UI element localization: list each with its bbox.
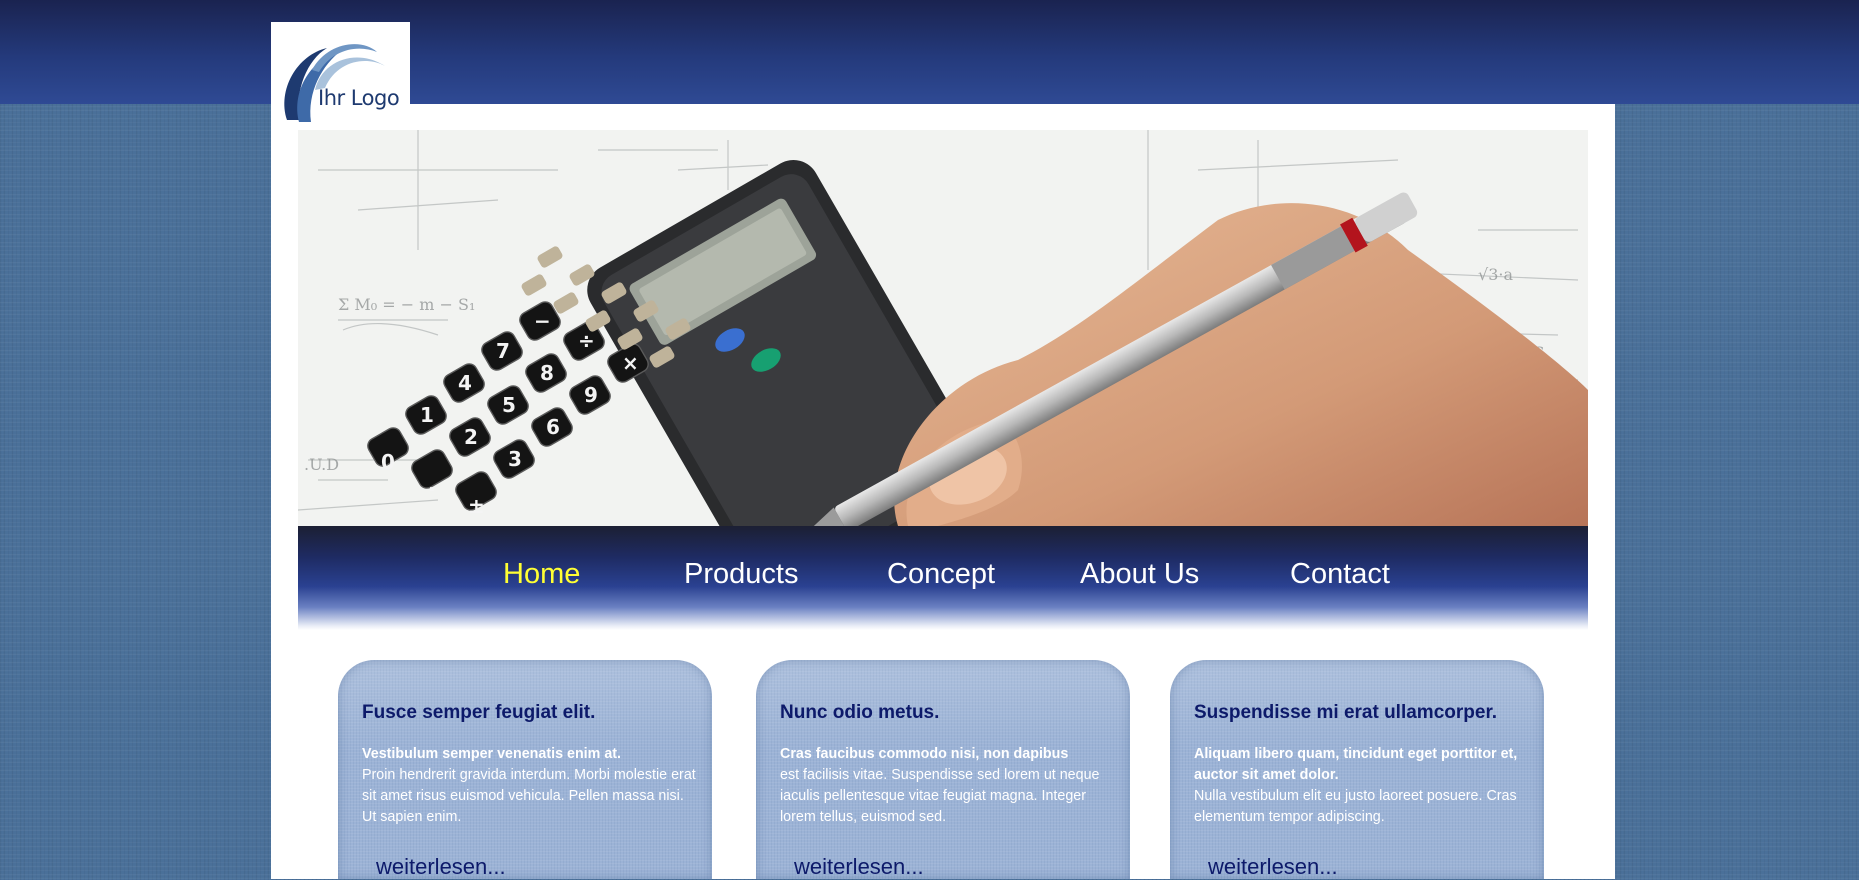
key-0: 0 [381, 450, 395, 474]
logo-swoosh-icon [284, 44, 385, 122]
hero-image: Σ M₀ = − m − S₁ .U.D √3·a N 60° a + S [3… [298, 130, 1588, 526]
nav-item-home[interactable]: Home [503, 558, 580, 591]
logo-text: Ihr Logo [318, 86, 400, 110]
card-lead: Aliquam libero quam, tincidunt eget port… [1194, 746, 1518, 783]
card-lead: Vestibulum semper venenatis enim at. [362, 746, 622, 762]
svg-text:Σ M₀ = − m − S₁: Σ M₀ = − m − S₁ [338, 295, 475, 314]
key-dot: . [428, 472, 436, 496]
card-lead: Cras faucibus commodo nisi, non dapibus [780, 746, 1069, 762]
content-card: Nunc odio metus. Cras faucibus commodo n… [756, 660, 1130, 879]
calculator-pen-illustration: Σ M₀ = − m − S₁ .U.D √3·a N 60° a + S [3… [298, 130, 1588, 526]
card-body: est facilisis vitae. Suspendisse sed lor… [780, 767, 1100, 825]
content-card: Suspendisse mi erat ullamcorper. Aliquam… [1170, 660, 1544, 879]
key-6: 6 [546, 415, 560, 439]
key-1: 1 [420, 403, 434, 427]
read-more-link[interactable]: weiterlesen... [1208, 854, 1338, 880]
nav-item-about-us[interactable]: About Us [1080, 558, 1199, 591]
svg-text:√3·a: √3·a [1478, 265, 1513, 284]
card-title: Fusce semper feugiat elit. [362, 702, 596, 723]
key-multiply: × [622, 351, 639, 375]
key-9: 9 [584, 383, 598, 407]
card-text: Cras faucibus commodo nisi, non dapibus … [780, 744, 1116, 828]
nav-item-concept[interactable]: Concept [887, 558, 995, 591]
key-5: 5 [502, 393, 516, 417]
logo[interactable]: Ihr Logo [271, 22, 410, 132]
main-navigation: Home Products Concept About Us Contact [298, 526, 1588, 630]
key-7: 7 [496, 339, 510, 363]
card-text: Vestibulum semper venenatis enim at. Pro… [362, 744, 698, 828]
key-3: 3 [508, 447, 522, 471]
card-body: Nulla vestibulum elit eu justo laoreet p… [1194, 788, 1517, 825]
key-divide: ÷ [578, 329, 595, 353]
card-body: Proin hendrerit gravida interdum. Morbi … [362, 767, 696, 825]
read-more-link[interactable]: weiterlesen... [794, 854, 924, 880]
read-more-link[interactable]: weiterlesen... [376, 854, 506, 880]
card-text: Aliquam libero quam, tincidunt eget port… [1194, 744, 1530, 828]
nav-item-contact[interactable]: Contact [1290, 558, 1390, 591]
nav-item-products[interactable]: Products [684, 558, 798, 591]
card-title: Nunc odio metus. [780, 702, 940, 723]
content-card: Fusce semper feugiat elit. Vestibulum se… [338, 660, 712, 879]
key-8: 8 [540, 361, 554, 385]
key-4: 4 [458, 371, 472, 395]
card-title: Suspendisse mi erat ullamcorper. [1194, 702, 1498, 723]
key-minus: − [534, 309, 551, 333]
key-plusminus: ± [468, 494, 485, 518]
key-2: 2 [464, 425, 478, 449]
svg-text:.U.D: .U.D [304, 455, 339, 474]
